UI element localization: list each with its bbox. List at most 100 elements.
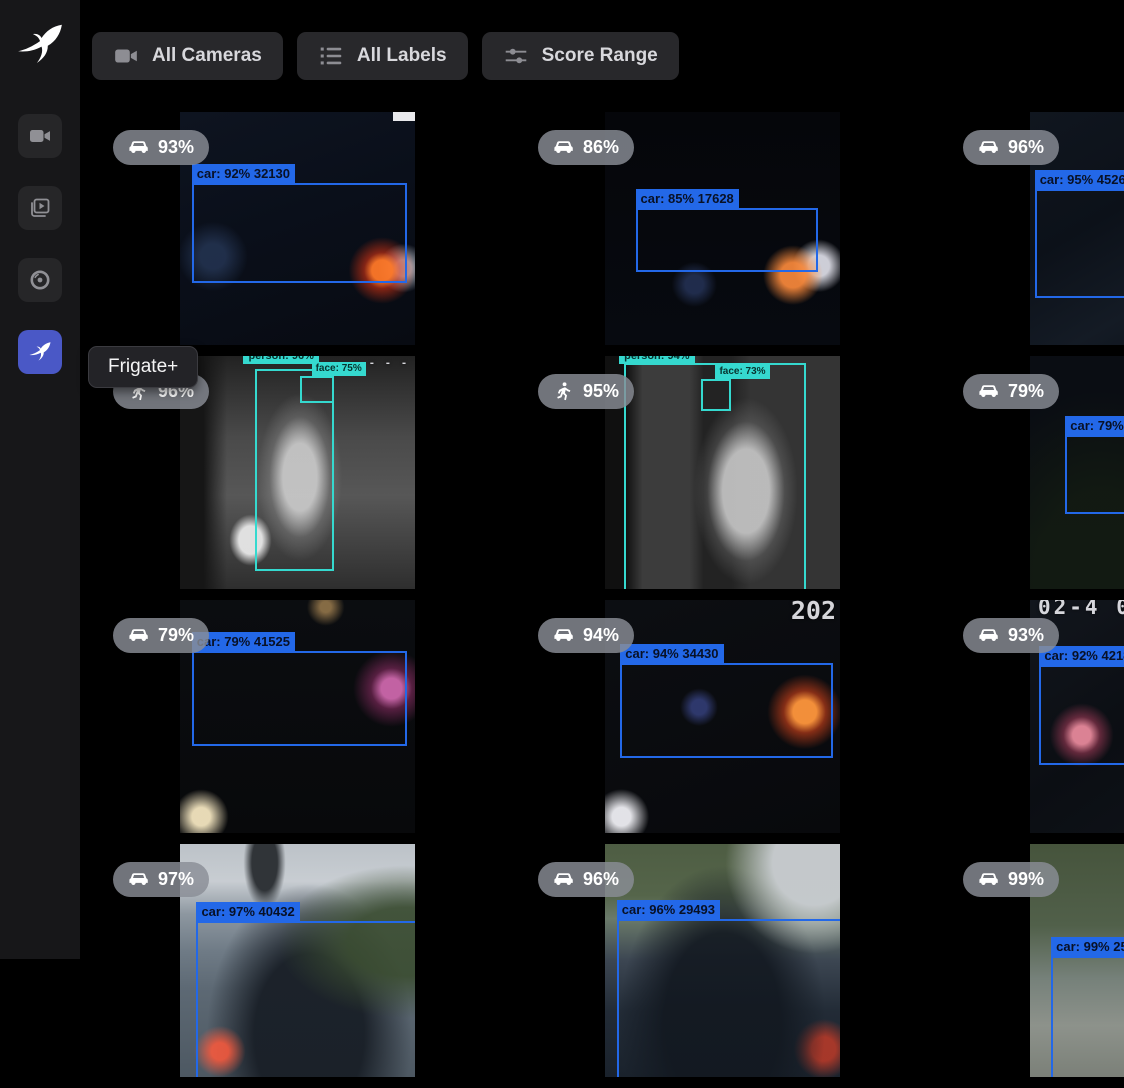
detection-grid: 93% car: 92% 32130 86% car: 85% 17628 96… (96, 112, 1124, 1088)
frigate-logo-icon (15, 20, 65, 70)
list-icon (318, 43, 344, 69)
person-icon (553, 381, 574, 402)
car-icon (128, 869, 149, 890)
bbox-label: car: 79% (1065, 416, 1124, 435)
sidebar-item-review[interactable] (18, 186, 62, 230)
bounding-box (1051, 956, 1124, 1077)
detection-thumbnail[interactable]: person: 94% face: 73% (605, 356, 840, 589)
score-badge: 86% (538, 130, 634, 165)
detection-cell: 93% car: 92% 32130 (96, 112, 521, 356)
video-camera-icon (28, 124, 52, 148)
face-label: face: 73% (715, 365, 769, 379)
badge-score: 86% (583, 137, 619, 158)
score-badge: 97% (113, 862, 209, 897)
detection-thumbnail[interactable]: car: 96% 29493 (605, 844, 840, 1077)
score-badge: 96% (538, 862, 634, 897)
score-badge: 96% (963, 130, 1059, 165)
detection-thumbnail[interactable]: 202 car: 94% 34430 (605, 600, 840, 833)
bounding-box (192, 651, 408, 746)
face-bounding-box (701, 379, 731, 411)
badge-score: 96% (1008, 137, 1044, 158)
score-badge: 93% (113, 130, 209, 165)
badge-score: 96% (583, 869, 619, 890)
badge-score: 99% (1008, 869, 1044, 890)
detection-cell: 96% car: 95% 45260 (946, 112, 1124, 356)
bbox-label: car: 97% 40432 (196, 902, 299, 921)
score-badge: 95% (538, 374, 634, 409)
bird-icon (28, 340, 52, 364)
badge-score: 93% (1008, 625, 1044, 646)
car-icon (978, 137, 999, 158)
detection-cell: 79% car: 79% 41525 (96, 600, 521, 844)
sliders-icon (503, 43, 529, 69)
bbox-label: car: 96% 29493 (617, 900, 720, 919)
face-bounding-box (300, 376, 335, 403)
bbox-label: car: 94% 34430 (620, 644, 723, 663)
detection-thumbnail[interactable]: car: 92% 32130 (180, 112, 415, 345)
detection-cell: 96% car: 96% 29493 (521, 844, 946, 1088)
score-badge: 94% (538, 618, 634, 653)
detection-cell: 97% car: 97% 40432 (96, 844, 521, 1088)
car-icon (128, 625, 149, 646)
bbox-label: car: 85% 17628 (636, 189, 739, 208)
review-icon (28, 196, 52, 220)
score-badge: 93% (963, 618, 1059, 653)
badge-score: 79% (1008, 381, 1044, 402)
bounding-box (1035, 189, 1124, 298)
detection-cell: 79% car: 79% (946, 356, 1124, 600)
detection-cell: 96% - - - - person: 96% face: 75% (96, 356, 521, 600)
bbox-label: car: 92% 32130 (192, 164, 295, 183)
score-range-button[interactable]: Score Range (482, 32, 679, 80)
detection-cell: 93% 02-4 00 0 car: 92% 4218 (946, 600, 1124, 844)
score-badge: 79% (963, 374, 1059, 409)
badge-score: 97% (158, 869, 194, 890)
sidebar-nav (18, 114, 62, 374)
car-icon (553, 625, 574, 646)
sidebar-item-explore[interactable] (18, 258, 62, 302)
detection-thumbnail[interactable]: car: 79% 41525 (180, 600, 415, 833)
score-badge: 99% (963, 862, 1059, 897)
bounding-box (1065, 435, 1124, 514)
detection-cell: 86% car: 85% 17628 (521, 112, 946, 356)
car-icon (553, 869, 574, 890)
badge-score: 95% (583, 381, 619, 402)
badge-score: 94% (583, 625, 619, 646)
disc-icon (28, 268, 52, 292)
bbox-label: person: 96% (243, 356, 318, 364)
detection-thumbnail[interactable]: car: 85% 17628 (605, 112, 840, 345)
osd-artifact (393, 112, 415, 121)
car-icon (978, 625, 999, 646)
car-icon (978, 381, 999, 402)
bounding-box (636, 208, 819, 273)
car-icon (128, 137, 149, 158)
detection-thumbnail[interactable]: car: 97% 40432 (180, 844, 415, 1077)
bounding-box (620, 663, 833, 758)
all-labels-label: All Labels (357, 45, 447, 67)
all-cameras-button[interactable]: All Cameras (92, 32, 283, 80)
bbox-label: person: 94% (619, 356, 694, 364)
video-camera-icon (113, 43, 139, 69)
bounding-box (617, 919, 840, 1077)
osd-timestamp: 202 (791, 600, 836, 625)
face-label: face: 75% (312, 362, 366, 376)
score-range-label: Score Range (542, 45, 658, 67)
frigate-plus-tooltip: Frigate+ (88, 346, 198, 388)
detection-cell: 94% 202 car: 94% 34430 (521, 600, 946, 844)
detection-cell: 99% car: 99% 25 (946, 844, 1124, 1088)
bbox-label: car: 99% 25 (1051, 937, 1124, 956)
badge-score: 79% (158, 625, 194, 646)
detection-thumbnail[interactable]: - - - - person: 96% face: 75% (180, 356, 415, 589)
bounding-box (196, 921, 415, 1077)
sidebar-item-live[interactable] (18, 114, 62, 158)
score-badge: 79% (113, 618, 209, 653)
sidebar (0, 0, 80, 959)
filter-toolbar: All Cameras All Labels Score Range (92, 32, 679, 80)
bounding-box (192, 183, 408, 283)
detection-cell: 95% person: 94% face: 73% (521, 356, 946, 600)
bbox-label: car: 95% 45260 (1035, 170, 1124, 189)
all-cameras-label: All Cameras (152, 45, 262, 67)
bounding-box (1039, 665, 1124, 765)
sidebar-item-frigate-plus[interactable] (18, 330, 62, 374)
all-labels-button[interactable]: All Labels (297, 32, 468, 80)
car-icon (553, 137, 574, 158)
